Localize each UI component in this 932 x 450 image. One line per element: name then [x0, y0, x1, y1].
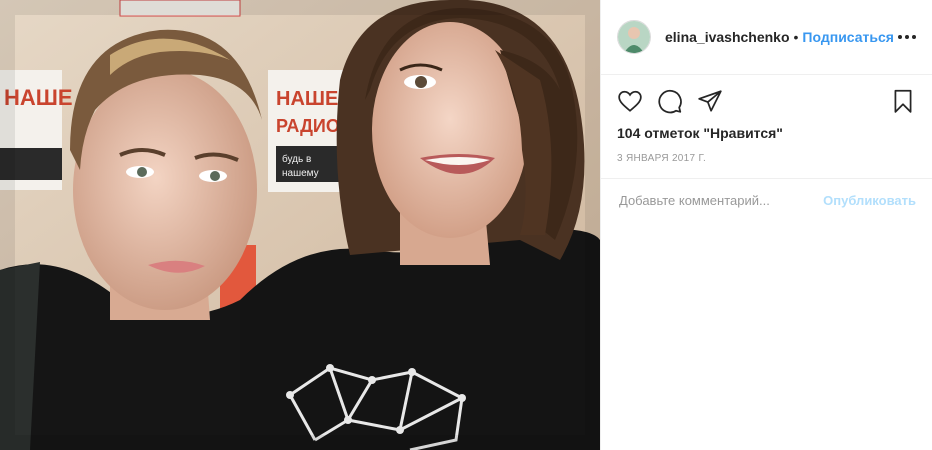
- poster-center-text-1: НАШЕ: [276, 88, 338, 110]
- post-date[interactable]: 3 ЯНВАРЯ 2017 Г.: [601, 141, 932, 164]
- header-separator: •: [793, 29, 799, 45]
- selfie-image: НАШЕ НАШЕ РАДИО будь в нашему: [0, 0, 600, 450]
- publish-button[interactable]: Опубликовать: [823, 193, 916, 208]
- share-icon[interactable]: [697, 88, 723, 114]
- avatar[interactable]: [617, 20, 651, 54]
- comment-icon[interactable]: [657, 88, 683, 114]
- likes-count[interactable]: 104 отметок "Нравится": [601, 115, 932, 141]
- follow-button[interactable]: Подписаться: [802, 29, 894, 45]
- bookmark-icon[interactable]: [890, 88, 916, 114]
- comment-input[interactable]: [617, 191, 824, 209]
- username-link[interactable]: elina_ivashchenko: [665, 29, 790, 45]
- heart-icon[interactable]: [617, 88, 643, 114]
- post-side-panel: elina_ivashchenko • Подписаться 104 отме…: [600, 0, 932, 450]
- poster-center-text-2: РАДИО: [276, 116, 340, 136]
- left-person-face: [73, 70, 257, 310]
- comment-form: Опубликовать: [601, 179, 932, 221]
- instagram-post: НАШЕ НАШЕ РАДИО будь в нашему elina_ivas…: [0, 0, 932, 450]
- post-photo[interactable]: НАШЕ НАШЕ РАДИО будь в нашему: [0, 0, 600, 450]
- poster-center-text-3: будь в: [282, 153, 311, 165]
- more-options-icon[interactable]: [898, 31, 916, 43]
- poster-center-text-4: нашему: [282, 168, 319, 179]
- action-bar: [601, 75, 932, 115]
- post-header: elina_ivashchenko • Подписаться: [601, 0, 932, 75]
